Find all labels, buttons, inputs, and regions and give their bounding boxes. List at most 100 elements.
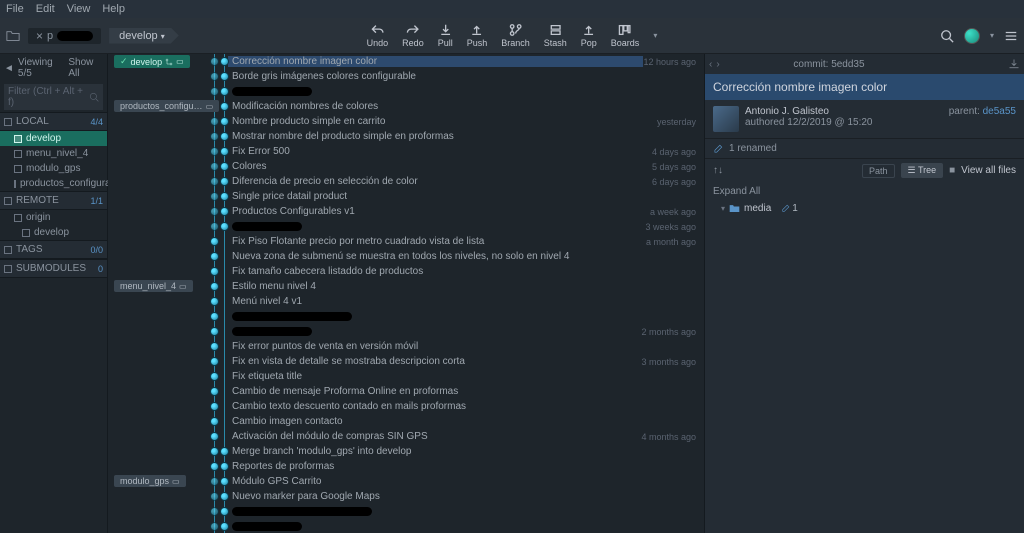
commit-message: [228, 327, 641, 336]
commit-message: Nombre producto simple en carrito: [228, 116, 657, 127]
branch-button[interactable]: Branch: [501, 23, 530, 48]
author-avatar: [713, 106, 739, 132]
sidebar-item-develop[interactable]: develop: [0, 131, 107, 146]
commit-row[interactable]: Fix Piso Flotante precio por metro cuadr…: [108, 234, 704, 249]
commit-row[interactable]: 3 weeks ago: [108, 219, 704, 234]
sort-icon[interactable]: ↑↓: [713, 165, 723, 176]
sidebar-section-tags[interactable]: TAGS0/0: [0, 240, 107, 259]
commit-row[interactable]: Borde gris imágenes colores configurable: [108, 69, 704, 84]
commit-row[interactable]: Fix en vista de detalle se mostraba desc…: [108, 354, 704, 369]
show-all-link[interactable]: Show All: [68, 57, 103, 79]
commit-row[interactable]: modulo_gps ▭Módulo GPS Carrito: [108, 474, 704, 489]
filter-input[interactable]: Filter (Ctrl + Alt + f): [4, 84, 103, 110]
undo-button[interactable]: Undo: [367, 23, 389, 48]
commit-row[interactable]: Nombre producto simple en carritoyesterd…: [108, 114, 704, 129]
commit-message: Colores: [228, 161, 652, 172]
commit-row[interactable]: ✓develop ▭Corrección nombre imagen color…: [108, 54, 704, 69]
commit-row[interactable]: Fix etiqueta title: [108, 369, 704, 384]
commit-message: Borde gris imágenes colores configurable: [228, 71, 704, 82]
menu-help[interactable]: Help: [102, 3, 125, 15]
menu-view[interactable]: View: [67, 3, 91, 15]
commit-message: Cambio de mensaje Proforma Online en pro…: [228, 386, 704, 397]
tree-toggle[interactable]: ☰ Tree: [901, 163, 944, 178]
commit-row[interactable]: Productos Configurables v1a week ago: [108, 204, 704, 219]
commit-row[interactable]: productos_configu… ▭Modificación nombres…: [108, 99, 704, 114]
hamburger-icon[interactable]: [1004, 29, 1018, 43]
stash-button[interactable]: Stash: [544, 23, 567, 48]
commit-row[interactable]: Fix tamaño cabecera listaddo de producto…: [108, 264, 704, 279]
folder-icon[interactable]: [6, 29, 20, 43]
commit-hash: 5edd35: [831, 59, 864, 70]
menu-file[interactable]: File: [6, 3, 24, 15]
search-icon[interactable]: [940, 29, 954, 43]
commit-row[interactable]: Cambio imagen contacto: [108, 414, 704, 429]
commit-message: Estilo menu nivel 4: [228, 281, 704, 292]
commit-message: Mostrar nombre del producto simple en pr…: [228, 131, 704, 142]
commit-row[interactable]: [108, 309, 704, 324]
redo-button[interactable]: Redo: [402, 23, 424, 48]
expand-all[interactable]: Expand All: [705, 182, 1024, 201]
commit-message: [228, 312, 704, 321]
view-all-files[interactable]: View all files: [961, 165, 1016, 176]
commit-row[interactable]: 2 months ago: [108, 324, 704, 339]
path-toggle[interactable]: Path: [862, 164, 895, 178]
commit-row[interactable]: Fix error puntos de venta en versión móv…: [108, 339, 704, 354]
sidebar-item-productos-configurables[interactable]: productos_configurables: [0, 176, 107, 191]
commit-message: Menú nivel 4 v1: [228, 296, 704, 307]
author-name: Antonio J. Galisteo: [745, 106, 872, 117]
branch-tag[interactable]: ✓develop ▭: [114, 55, 190, 68]
commit-row[interactable]: Cambio texto descuento contado en mails …: [108, 399, 704, 414]
commit-row[interactable]: Colores5 days ago: [108, 159, 704, 174]
commit-row[interactable]: Mostrar nombre del producto simple en pr…: [108, 129, 704, 144]
sidebar-section-local[interactable]: LOCAL4/4: [0, 112, 107, 131]
commit-row[interactable]: Nuevo marker para Google Maps: [108, 489, 704, 504]
commit-row[interactable]: Diferencia de precio en selección de col…: [108, 174, 704, 189]
close-icon[interactable]: ×: [36, 29, 43, 43]
menu-edit[interactable]: Edit: [36, 3, 55, 15]
sidebar-section-remote[interactable]: REMOTE1/1: [0, 191, 107, 210]
branch-breadcrumb[interactable]: develop ▾: [109, 28, 179, 44]
back-icon[interactable]: ◄: [4, 63, 14, 74]
commit-time: yesterday: [657, 117, 704, 127]
repo-tab[interactable]: × p: [28, 28, 101, 44]
next-commit-icon[interactable]: ›: [716, 59, 719, 70]
pop-button[interactable]: Pop: [581, 23, 597, 48]
commit-message: Fix Piso Flotante precio por metro cuadr…: [228, 236, 646, 247]
avatar-chevron-icon[interactable]: ▾: [990, 31, 994, 40]
commit-message: Diferencia de precio en selección de col…: [228, 176, 652, 187]
user-avatar[interactable]: [964, 28, 980, 44]
parent-hash[interactable]: de5a55: [983, 106, 1016, 117]
commit-time: 4 days ago: [652, 147, 704, 157]
commit-list[interactable]: ✓develop ▭Corrección nombre imagen color…: [108, 54, 704, 533]
branch-tag[interactable]: productos_configu… ▭: [114, 100, 219, 112]
sidebar-section-submodules[interactable]: SUBMODULES0: [0, 259, 107, 278]
sidebar-item-menu-nivel-4[interactable]: menu_nivel_4: [0, 146, 107, 161]
commit-row[interactable]: Reportes de proformas: [108, 459, 704, 474]
commit-row[interactable]: [108, 504, 704, 519]
commit-row[interactable]: Menú nivel 4 v1: [108, 294, 704, 309]
commit-row[interactable]: [108, 84, 704, 99]
boards-button[interactable]: Boards: [611, 23, 640, 48]
commit-time: a month ago: [646, 237, 704, 247]
file-tree-item[interactable]: ▾ media 1: [705, 201, 1024, 216]
commit-message: [228, 222, 645, 231]
commit-row[interactable]: Single price datail product: [108, 189, 704, 204]
commit-row[interactable]: [108, 519, 704, 533]
sidebar-item-origin[interactable]: origin: [0, 210, 107, 225]
sidebar-item-develop[interactable]: develop: [0, 225, 107, 240]
commit-message: [228, 507, 704, 516]
push-button[interactable]: Push: [467, 23, 488, 48]
commit-row[interactable]: Activación del módulo de compras SIN GPS…: [108, 429, 704, 444]
pull-button[interactable]: Pull: [438, 23, 453, 48]
commit-row[interactable]: Fix Error 5004 days ago: [108, 144, 704, 159]
sidebar-item-modulo-gps[interactable]: modulo_gps: [0, 161, 107, 176]
branch-tag[interactable]: menu_nivel_4 ▭: [114, 280, 193, 292]
commit-row[interactable]: Merge branch 'modulo_gps' into develop: [108, 444, 704, 459]
prev-commit-icon[interactable]: ‹: [709, 59, 712, 70]
branch-tag[interactable]: modulo_gps ▭: [114, 475, 186, 487]
download-icon[interactable]: [1008, 58, 1020, 70]
commit-row[interactable]: Cambio de mensaje Proforma Online en pro…: [108, 384, 704, 399]
commit-row[interactable]: menu_nivel_4 ▭ Estilo menu nivel 4: [108, 279, 704, 294]
commit-row[interactable]: Nueva zona de submenú se muestra en todo…: [108, 249, 704, 264]
boards-chevron-icon[interactable]: ▾: [653, 31, 657, 40]
